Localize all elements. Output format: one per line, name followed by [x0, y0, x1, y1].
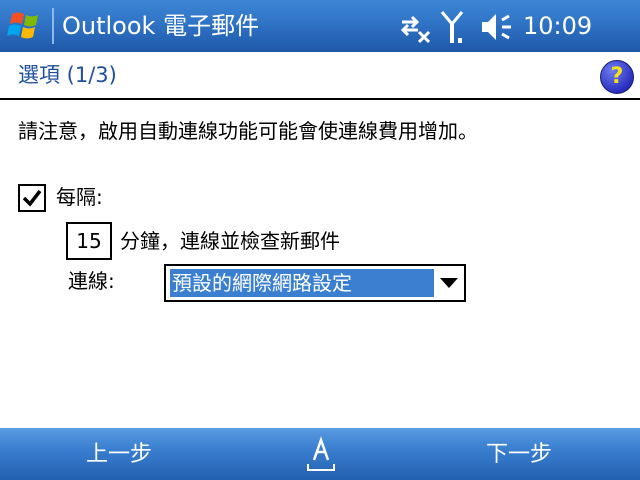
- connection-selected-value: 預設的網際網路設定: [170, 269, 434, 297]
- checkmark-icon: [22, 189, 42, 207]
- interval-checkbox-label[interactable]: 每隔:: [56, 182, 103, 212]
- connection-label: 連線:: [68, 269, 115, 293]
- softkey-bar: 上一步 下一步: [0, 428, 640, 480]
- page-header: 選項 (1/3): [0, 52, 640, 100]
- speaker-icon[interactable]: [478, 10, 518, 44]
- back-softkey[interactable]: 上一步: [86, 440, 152, 470]
- app-title: Outlook 電子郵件: [62, 12, 260, 40]
- help-icon-symbol: ?: [610, 64, 624, 89]
- cost-warning-text: 請注意，啟用自動連線功能可能會使連線費用增加。: [18, 119, 478, 143]
- help-icon[interactable]: ?: [600, 60, 634, 94]
- page-title: 選項 (1/3): [18, 63, 117, 87]
- windows-flag-icon[interactable]: [6, 8, 46, 44]
- sync-disconnected-icon[interactable]: [398, 10, 432, 44]
- keyboard-input-icon[interactable]: [306, 434, 336, 474]
- interval-checkbox[interactable]: [18, 184, 46, 212]
- interval-description: 分鐘，連線並檢查新郵件: [120, 229, 340, 253]
- title-separator: [52, 8, 54, 44]
- next-softkey[interactable]: 下一步: [486, 440, 552, 470]
- dropdown-arrow-icon[interactable]: [440, 278, 458, 288]
- connection-select[interactable]: 預設的網際網路設定: [164, 264, 466, 302]
- interval-minutes-field[interactable]: 15: [66, 222, 112, 260]
- signal-off-icon[interactable]: [440, 10, 466, 44]
- clock[interactable]: 10:09: [523, 10, 592, 42]
- title-bar: Outlook 電子郵件 10:09: [0, 0, 640, 52]
